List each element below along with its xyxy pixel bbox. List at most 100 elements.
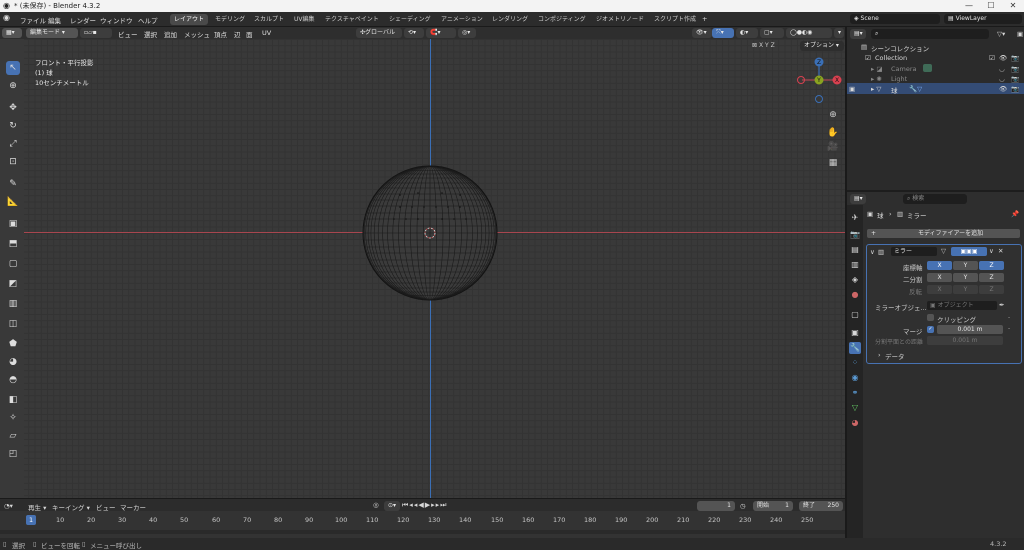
pin-icon[interactable]: 📌	[1011, 210, 1019, 218]
mirror-x[interactable]: X	[759, 42, 763, 49]
tool-tab-icon[interactable]: ✈	[849, 212, 861, 224]
vp-menu-face[interactable]: 面	[246, 29, 253, 39]
blender-menu-icon[interactable]: ◉	[3, 13, 10, 22]
record-icon[interactable]: ◎	[373, 501, 379, 509]
add-modifier-button[interactable]: + モディファイアーを追加	[867, 229, 1020, 238]
camera-data-icon[interactable]	[923, 64, 932, 72]
bisect-y-toggle[interactable]: Y	[953, 273, 978, 282]
sphere-visibility-icon[interactable]: 👁	[999, 85, 1007, 93]
annotate-icon[interactable]: ✎	[6, 177, 20, 191]
modifier-display-toggles[interactable]: ▣▣▣	[951, 247, 987, 256]
timeline-editor-icon[interactable]: ◔▾	[4, 502, 13, 510]
start-frame-field[interactable]: 開始 1	[753, 501, 793, 511]
menu-window[interactable]: ウィンドウ	[100, 15, 133, 25]
edge-slide-icon[interactable]: ◧	[6, 393, 20, 407]
collection-label[interactable]: Collection	[875, 54, 907, 62]
bevel-icon[interactable]: ◩	[6, 277, 20, 291]
properties-editor-icon[interactable]: ▤▾	[850, 194, 866, 204]
add-workspace-icon[interactable]: +	[702, 15, 707, 23]
flip-x-toggle[interactable]: X	[927, 285, 952, 294]
merge-keyframe-icon[interactable]: ·	[1008, 325, 1010, 333]
tab-uv-editing[interactable]: UV編集	[290, 14, 319, 25]
light-visibility-icon[interactable]: ◡	[999, 75, 1005, 83]
collection-tab-icon[interactable]: ▢	[849, 309, 861, 321]
overlays-icon[interactable]: ◐▾	[736, 28, 758, 38]
inset-icon[interactable]: ▢	[6, 257, 20, 271]
particles-tab-icon[interactable]: ⁘	[849, 357, 861, 369]
outliner-item-camera[interactable]: Camera	[891, 65, 917, 73]
outliner-editor-icon[interactable]: ▤▾	[850, 29, 866, 39]
measure-icon[interactable]: 📐	[6, 195, 20, 209]
mode-selector[interactable]: 編集モード ▾	[26, 28, 78, 38]
mirror-axis-toggles[interactable]: ⊠ X Y Z	[752, 42, 775, 49]
add-cube-icon[interactable]: ▣	[6, 217, 20, 231]
spin-icon[interactable]: ◕	[6, 355, 20, 369]
flip-y-toggle[interactable]: Y	[953, 285, 978, 294]
shear-icon[interactable]: ▱	[6, 429, 20, 443]
cursor-icon[interactable]: ⊕	[6, 79, 20, 93]
3d-viewport[interactable]	[24, 39, 845, 498]
menu-edit[interactable]: 編集	[48, 15, 61, 25]
transform-orientation[interactable]: ✣グローバル	[356, 28, 402, 38]
bisect-z-toggle[interactable]: Z	[979, 273, 1004, 282]
gizmo-toggle-icon[interactable]: ⤧▾	[712, 28, 734, 38]
camera-visibility-icon[interactable]: ◡	[999, 65, 1005, 73]
visibility-icon[interactable]: 👁▾	[692, 28, 712, 38]
sphere-modifier-icon[interactable]: 🔧▽	[909, 85, 922, 93]
clipping-keyframe-icon[interactable]: ·	[1008, 314, 1010, 322]
rip-region-icon[interactable]: ◰	[6, 447, 20, 461]
outliner-item-light[interactable]: Light	[891, 75, 907, 83]
constraints-tab-icon[interactable]: ⚭	[849, 387, 861, 399]
scene-tab-icon[interactable]: ◈	[849, 274, 861, 286]
shading-options-icon[interactable]: ▾	[834, 28, 844, 38]
auto-keying-icon[interactable]: ⊙▾	[384, 501, 400, 511]
current-frame-field[interactable]: 1	[697, 501, 735, 511]
axis-x-toggle[interactable]: X	[927, 261, 952, 270]
pan-hand-icon[interactable]: ✋	[826, 126, 840, 140]
eyedropper-icon[interactable]: ✒	[999, 301, 1004, 309]
xray-icon[interactable]: ▢▾	[760, 28, 784, 38]
proportional-edit-icon[interactable]: ◎▾	[458, 28, 476, 38]
knife-icon[interactable]: ◫	[6, 317, 20, 331]
tab-rendering[interactable]: レンダリング	[488, 14, 532, 25]
outliner-new-collection-icon[interactable]: ▣	[1017, 30, 1023, 38]
modifier-delete-icon[interactable]: ✕	[998, 247, 1003, 255]
camera-render-icon[interactable]: 📷	[1011, 65, 1019, 73]
move-icon[interactable]: ✥	[6, 101, 20, 115]
options-dropdown[interactable]: オプション ▾	[800, 41, 844, 51]
sphere-mesh[interactable]	[360, 163, 500, 303]
scene-selector[interactable]: ◈ Scene	[850, 14, 940, 24]
bisect-x-toggle[interactable]: X	[927, 273, 952, 282]
vp-menu-uv[interactable]: UV	[262, 29, 271, 37]
select-mode-buttons[interactable]: ▫▱▪	[80, 28, 112, 38]
zoom-icon[interactable]: ⊕	[826, 108, 840, 122]
output-tab-icon[interactable]: ▤	[849, 244, 861, 256]
properties-search[interactable]: ⌕ 検索	[903, 194, 967, 204]
modifier-name-field[interactable]: ミラー	[891, 247, 937, 256]
axis-y-toggle[interactable]: Y	[953, 261, 978, 270]
tab-shading[interactable]: シェーディング	[385, 14, 435, 25]
tab-animation[interactable]: アニメーション	[437, 14, 487, 25]
select-box-icon[interactable]: ↖	[6, 61, 20, 75]
vp-menu-select[interactable]: 選択	[144, 29, 157, 39]
view-layer-tab-icon[interactable]: ▥	[849, 259, 861, 271]
maximize-icon[interactable]: ☐	[980, 0, 1002, 12]
on-cage-icon[interactable]: ▽	[941, 247, 946, 255]
object-tab-icon[interactable]: ▣	[849, 327, 861, 339]
collapse-chevron-icon[interactable]: ∨	[870, 248, 875, 256]
physics-tab-icon[interactable]: ◉	[849, 372, 861, 384]
minimize-icon[interactable]: —	[958, 0, 980, 12]
shrink-fatten-icon[interactable]: ✧	[6, 411, 20, 425]
menu-render[interactable]: レンダー	[70, 15, 96, 25]
mirror-object-field[interactable]: ▣ オブジェクト	[927, 301, 997, 310]
merge-value-field[interactable]: 0.001 m	[937, 325, 1003, 334]
pivot-point-icon[interactable]: ⟲▾	[404, 28, 424, 38]
world-tab-icon[interactable]: ●	[849, 289, 861, 301]
menu-help[interactable]: ヘルプ	[138, 15, 158, 25]
render-tab-icon[interactable]: 📷	[849, 229, 861, 241]
bisect-distance-field[interactable]: 0.001 m	[927, 336, 1003, 345]
data-subpanel-label[interactable]: データ	[885, 351, 905, 361]
tab-texture-paint[interactable]: テクスチャペイント	[321, 14, 383, 25]
outliner-search[interactable]: ⌕	[871, 29, 989, 39]
shading-modes[interactable]: ◯●◐◉	[786, 28, 832, 38]
